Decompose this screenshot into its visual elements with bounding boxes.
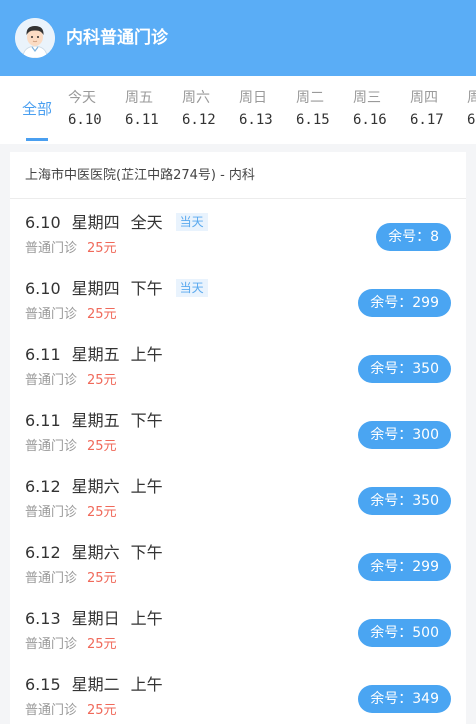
tab-date: 6.15 (296, 112, 330, 128)
schedule-row: 6.12 星期六 上午 普通门诊 25元 余号：350 (10, 463, 466, 529)
tab-date: 6.13 (239, 112, 273, 128)
slot-date: 6.15 (25, 675, 61, 694)
clinic-type: 普通门诊 (25, 571, 78, 586)
tab-date: 6.10 (68, 112, 102, 128)
slot-weekday: 星期二 (71, 675, 120, 694)
schedule-row: 6.10 星期四 下午 当天 普通门诊 25元 余号：299 (10, 265, 466, 331)
hospital-department-label: 上海市中医医院(芷江中路274号) - 内科 (25, 168, 255, 183)
tab-day[interactable]: 周六 6.12 (182, 89, 232, 130)
tab-all[interactable]: 全部 (22, 99, 52, 119)
slot-weekday: 星期五 (71, 411, 120, 430)
tab-date: 6.12 (182, 112, 216, 128)
slot-date: 6.11 (25, 345, 61, 364)
slot-date: 6.10 (25, 213, 61, 232)
clinic-type: 普通门诊 (25, 439, 78, 454)
slot-date: 6.12 (25, 477, 61, 496)
tab-day[interactable]: 周 6 (467, 89, 476, 130)
tab-day[interactable]: 周日 6.13 (239, 89, 289, 130)
clinic-type: 普通门诊 (25, 703, 78, 718)
tab-weekday: 周日 (239, 90, 267, 106)
clinic-type: 普通门诊 (25, 373, 78, 388)
slot-weekday: 星期四 (71, 279, 120, 298)
clinic-type: 普通门诊 (25, 241, 78, 256)
price: 25元 (87, 637, 117, 652)
slot-period: 下午 (130, 279, 163, 298)
schedule-row: 6.10 星期四 全天 当天 普通门诊 25元 余号：8 (10, 199, 466, 265)
tab-day[interactable]: 周二 6.15 (296, 89, 346, 130)
remaining-slots-button[interactable]: 余号：299 (358, 289, 451, 317)
slot-date: 6.13 (25, 609, 61, 628)
slot-period: 下午 (130, 411, 163, 430)
slot-weekday: 星期四 (71, 213, 120, 232)
tab-weekday: 今天 (68, 90, 96, 106)
slot-weekday: 星期六 (71, 477, 120, 496)
today-badge: 当天 (175, 213, 208, 231)
tab-date: 6 (467, 112, 476, 128)
price: 25元 (87, 241, 117, 256)
clinic-type: 普通门诊 (25, 307, 78, 322)
tab-weekday: 周二 (296, 90, 324, 106)
today-badge: 当天 (175, 279, 208, 297)
active-tab-indicator (26, 138, 48, 141)
price: 25元 (87, 703, 117, 718)
tab-date: 6.11 (125, 112, 159, 128)
slot-period: 上午 (130, 345, 163, 364)
remaining-slots-button[interactable]: 余号：349 (358, 685, 451, 713)
slot-date: 6.12 (25, 543, 61, 562)
schedule-list: 上海市中医医院(芷江中路274号) - 内科 6.10 星期四 全天 当天 普通门诊 2… (10, 152, 466, 724)
schedule-row: 6.13 星期日 上午 普通门诊 25元 余号：500 (10, 595, 466, 661)
slot-date: 6.10 (25, 279, 61, 298)
price: 25元 (87, 373, 117, 388)
schedule-row: 6.15 星期二 上午 普通门诊 25元 余号：349 (10, 661, 466, 724)
tab-weekday: 周 (467, 90, 476, 106)
tab-weekday: 周四 (410, 90, 438, 106)
remaining-slots-button[interactable]: 余号：350 (358, 487, 451, 515)
tab-day[interactable]: 今天 6.10 (68, 89, 118, 130)
clinic-type: 普通门诊 (25, 637, 78, 652)
tab-day[interactable]: 周五 6.11 (125, 89, 175, 130)
slot-weekday: 星期日 (71, 609, 120, 628)
tab-weekday: 周三 (353, 90, 381, 106)
remaining-slots-button[interactable]: 余号：299 (358, 553, 451, 581)
tab-day[interactable]: 周三 6.16 (353, 89, 403, 130)
slot-weekday: 星期六 (71, 543, 120, 562)
tab-date: 6.16 (353, 112, 387, 128)
tab-weekday: 周六 (182, 90, 210, 106)
tab-day[interactable]: 周四 6.17 (410, 89, 460, 130)
slot-period: 上午 (130, 675, 163, 694)
price: 25元 (87, 439, 117, 454)
page-title: 内科普通门诊 (66, 28, 168, 48)
doctor-avatar-icon (15, 18, 55, 58)
remaining-slots-button[interactable]: 余号：350 (358, 355, 451, 383)
schedule-row: 6.11 星期五 上午 普通门诊 25元 余号：350 (10, 331, 466, 397)
slot-period: 上午 (130, 477, 163, 496)
tab-weekday: 周五 (125, 90, 153, 106)
price: 25元 (87, 307, 117, 322)
slot-weekday: 星期五 (71, 345, 120, 364)
clinic-type: 普通门诊 (25, 505, 78, 520)
schedule-row: 6.11 星期五 下午 普通门诊 25元 余号：300 (10, 397, 466, 463)
page-header: 内科普通门诊 (0, 0, 476, 76)
schedule-row: 6.12 星期六 下午 普通门诊 25元 余号：299 (10, 529, 466, 595)
tab-date: 6.17 (410, 112, 444, 128)
date-tabs: 全部 今天 6.10 周五 6.11 周六 6.12 周日 6.13 周二 6.… (0, 76, 476, 144)
slot-period: 全天 (130, 213, 163, 232)
slot-date: 6.11 (25, 411, 61, 430)
price: 25元 (87, 571, 117, 586)
slot-period: 上午 (130, 609, 163, 628)
slot-period: 下午 (130, 543, 163, 562)
remaining-slots-button[interactable]: 余号：500 (358, 619, 451, 647)
remaining-slots-button[interactable]: 余号：8 (376, 223, 451, 251)
remaining-slots-button[interactable]: 余号：300 (358, 421, 451, 449)
price: 25元 (87, 505, 117, 520)
